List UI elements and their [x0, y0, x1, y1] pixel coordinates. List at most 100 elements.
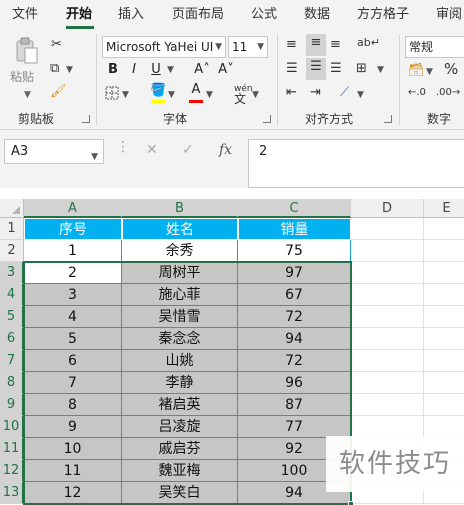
table-cell[interactable]: 周树平	[122, 262, 238, 284]
fill-color-dropdown-icon[interactable]: ▼	[168, 86, 175, 104]
table-cell[interactable]: 魏亚梅	[122, 460, 238, 482]
empty-cell[interactable]	[424, 240, 464, 262]
clipboard-launcher-icon[interactable]	[82, 115, 90, 123]
cancel-icon[interactable]: ✕	[146, 142, 158, 158]
font-size-select[interactable]: 11 ▼	[228, 36, 268, 58]
table-cell[interactable]: 3	[24, 284, 122, 306]
align-middle-icon[interactable]: ≡	[306, 34, 326, 56]
tab-review[interactable]: 审阅	[436, 0, 462, 30]
merge-center-icon[interactable]: ⊞	[356, 60, 367, 78]
tab-page-layout[interactable]: 页面布局	[172, 0, 224, 30]
empty-cell[interactable]	[351, 416, 424, 438]
phonetic-char-icon[interactable]: 文	[234, 90, 246, 108]
empty-cell[interactable]	[351, 350, 424, 372]
table-cell[interactable]: 10	[24, 438, 122, 460]
table-cell[interactable]: 96	[238, 372, 351, 394]
empty-cell[interactable]	[424, 262, 464, 284]
row-header-12[interactable]: 12	[0, 460, 24, 482]
copy-dropdown-icon[interactable]: ▼	[66, 61, 73, 79]
tab-file[interactable]: 文件	[12, 0, 38, 30]
orientation-dropdown-icon[interactable]: ▼	[357, 86, 364, 104]
paste-dropdown-icon[interactable]: ▼	[24, 86, 31, 104]
table-cell[interactable]: 1	[24, 240, 122, 262]
wrap-text-icon[interactable]: ab↵	[357, 34, 380, 52]
accounting-dropdown-icon[interactable]: ▼	[426, 63, 433, 81]
empty-cell[interactable]	[424, 372, 464, 394]
table-cell[interactable]: 67	[238, 284, 351, 306]
font-color-button[interactable]: A	[186, 80, 206, 100]
table-cell[interactable]: 李静	[122, 372, 238, 394]
table-cell[interactable]: 施心菲	[122, 284, 238, 306]
table-header-cell[interactable]: 销量	[238, 218, 351, 240]
increase-indent-icon[interactable]: ⇥	[310, 84, 321, 102]
empty-cell[interactable]	[424, 284, 464, 306]
empty-cell[interactable]	[351, 394, 424, 416]
orientation-icon[interactable]: ⟋	[340, 84, 349, 102]
underline-dropdown-icon[interactable]: ▼	[167, 61, 174, 79]
table-cell[interactable]: 秦念念	[122, 328, 238, 350]
empty-cell[interactable]	[424, 394, 464, 416]
empty-cell[interactable]	[351, 306, 424, 328]
table-cell[interactable]: 97	[238, 262, 351, 284]
decrease-indent-icon[interactable]: ⇤	[286, 84, 297, 102]
shrink-font-button[interactable]: A˅	[216, 60, 236, 80]
empty-cell[interactable]	[424, 306, 464, 328]
table-cell[interactable]: 戚启芬	[122, 438, 238, 460]
name-box[interactable]: A3 ▼	[4, 139, 104, 164]
table-cell[interactable]: 94	[238, 328, 351, 350]
column-header-b[interactable]: B	[122, 199, 238, 218]
empty-cell[interactable]	[424, 350, 464, 372]
table-cell[interactable]: 山姚	[122, 350, 238, 372]
empty-cell[interactable]	[351, 284, 424, 306]
column-header-c[interactable]: C	[238, 199, 351, 218]
tab-fangfang[interactable]: 方方格子	[357, 0, 409, 30]
accounting-format-icon[interactable]: 🗃	[408, 62, 425, 80]
borders-dropdown-icon[interactable]: ▼	[122, 86, 129, 104]
row-header-5[interactable]: 5	[0, 306, 24, 328]
table-cell[interactable]: 7	[24, 372, 122, 394]
table-cell[interactable]: 吴惜雪	[122, 306, 238, 328]
row-header-9[interactable]: 9	[0, 394, 24, 416]
row-header-1[interactable]: 1	[0, 218, 24, 240]
table-cell[interactable]: 2	[24, 262, 122, 284]
tab-data[interactable]: 数据	[304, 0, 330, 30]
merge-dropdown-icon[interactable]: ▼	[377, 61, 384, 79]
font-name-select[interactable]: Microsoft YaHei UI ▼	[102, 36, 226, 58]
table-cell[interactable]: 77	[238, 416, 351, 438]
font-launcher-icon[interactable]	[263, 115, 271, 123]
table-cell[interactable]: 吕凌旋	[122, 416, 238, 438]
font-color-dropdown-icon[interactable]: ▼	[206, 86, 213, 104]
alignment-launcher-icon[interactable]	[384, 115, 392, 123]
align-center-icon[interactable]: ☰	[306, 58, 326, 80]
grow-font-button[interactable]: A˄	[192, 60, 212, 80]
row-header-4[interactable]: 4	[0, 284, 24, 306]
empty-cell[interactable]	[351, 262, 424, 284]
align-left-icon[interactable]: ☰	[286, 60, 298, 78]
table-cell[interactable]: 吴笑白	[122, 482, 238, 504]
fill-color-icon[interactable]: 🪣	[150, 82, 166, 100]
enter-icon[interactable]: ✓	[182, 142, 194, 158]
table-cell[interactable]: 72	[238, 350, 351, 372]
increase-decimal-icon[interactable]: ←.0	[408, 84, 426, 102]
format-painter-icon[interactable]: 🖌	[50, 83, 67, 101]
copy-icon[interactable]: ⧉	[50, 60, 59, 78]
paste-button[interactable]: 粘贴	[10, 68, 34, 86]
align-top-icon[interactable]: ≡	[286, 36, 297, 54]
align-right-icon[interactable]: ☰	[330, 60, 342, 78]
table-cell[interactable]: 6	[24, 350, 122, 372]
row-header-3[interactable]: 3	[0, 262, 24, 284]
select-all-button[interactable]	[0, 199, 24, 218]
italic-button[interactable]: I	[124, 60, 144, 80]
empty-cell[interactable]	[351, 218, 424, 240]
row-header-10[interactable]: 10	[0, 416, 24, 438]
table-cell[interactable]: 87	[238, 394, 351, 416]
empty-cell[interactable]	[351, 240, 424, 262]
table-cell[interactable]: 8	[24, 394, 122, 416]
table-header-cell[interactable]: 姓名	[122, 218, 238, 240]
row-header-2[interactable]: 2	[0, 240, 24, 262]
number-format-select[interactable]: 常规	[405, 36, 464, 58]
empty-cell[interactable]	[351, 328, 424, 350]
row-header-7[interactable]: 7	[0, 350, 24, 372]
row-header-11[interactable]: 11	[0, 438, 24, 460]
borders-icon[interactable]	[104, 85, 120, 107]
